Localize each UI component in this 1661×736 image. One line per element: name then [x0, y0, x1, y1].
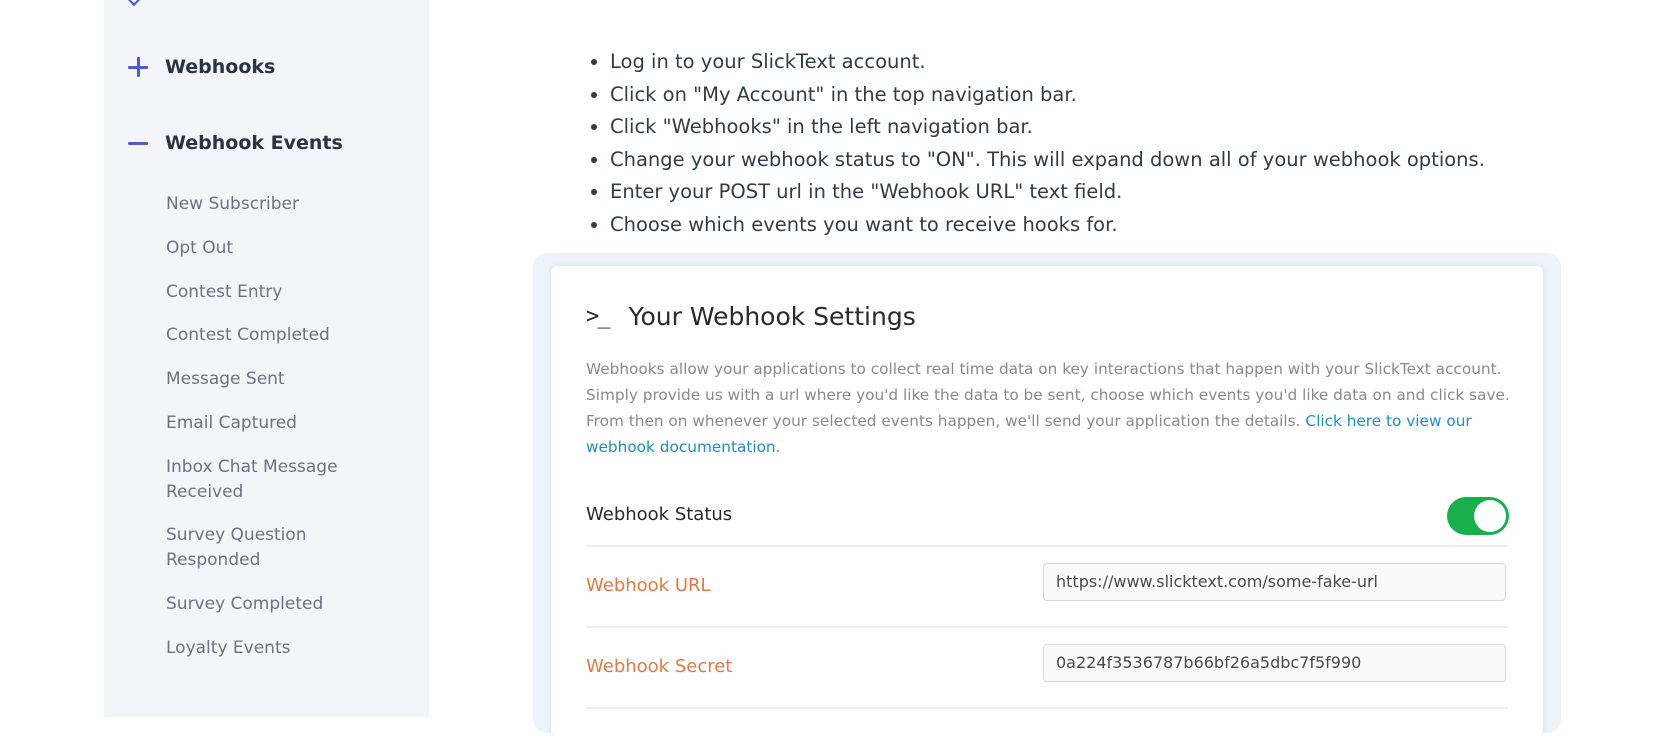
divider: [586, 626, 1508, 628]
webhook-secret-input[interactable]: 0a224f3536787b66bf26a5dbc7f5f990: [1043, 644, 1506, 682]
webhook-settings-card: >_ Your Webhook Settings Webhooks allow …: [551, 266, 1543, 736]
sidebar-item-loyalty-events[interactable]: Loyalty Events: [166, 636, 386, 661]
list-item: Change your webhook status to "ON". This…: [610, 144, 1485, 177]
sidebar-item-email-captured[interactable]: Email Captured: [166, 411, 386, 436]
webhook-status-label: Webhook Status: [586, 504, 733, 525]
divider: [586, 707, 1508, 709]
sidebar-section-webhook-events-label: Webhook Events: [165, 132, 343, 154]
sidebar-item-survey-question-responded[interactable]: Survey Question Responded: [166, 523, 386, 573]
list-item: Click on "My Account" in the top navigat…: [610, 79, 1485, 112]
sidebar-section-webhook-events[interactable]: Webhook Events: [127, 132, 343, 154]
card-header: >_ Your Webhook Settings: [586, 302, 916, 331]
sidebar-item-message-sent[interactable]: Message Sent: [166, 367, 386, 392]
webhook-status-toggle[interactable]: [1447, 497, 1509, 535]
divider: [586, 545, 1508, 547]
setup-steps-list: Log in to your SlickText account. Click …: [590, 46, 1485, 241]
card-description: Webhooks allow your applications to coll…: [586, 356, 1516, 460]
toggle-knob: [1474, 500, 1506, 532]
list-item: Enter your POST url in the "Webhook URL"…: [610, 176, 1485, 209]
card-title: Your Webhook Settings: [628, 302, 916, 331]
plus-icon[interactable]: [127, 56, 149, 78]
list-item: Choose which events you want to receive …: [610, 209, 1485, 242]
sidebar-item-inbox-chat-message-received[interactable]: Inbox Chat Message Received: [166, 455, 386, 505]
list-item: Click "Webhooks" in the left navigation …: [610, 111, 1485, 144]
sidebar-section-webhooks[interactable]: Webhooks: [127, 56, 275, 78]
sidebar-item-contest-entry[interactable]: Contest Entry: [166, 280, 386, 305]
sidebar-section-webhooks-label: Webhooks: [165, 56, 276, 78]
minus-icon[interactable]: [127, 132, 149, 154]
list-item: Log in to your SlickText account.: [610, 46, 1485, 79]
webhook-secret-label: Webhook Secret: [586, 656, 733, 677]
sidebar-item-contest-completed[interactable]: Contest Completed: [166, 323, 386, 348]
sidebar-item-opt-out[interactable]: Opt Out: [166, 236, 386, 261]
sidebar-item-new-subscriber[interactable]: New Subscriber: [166, 192, 386, 217]
webhook-url-input[interactable]: https://www.slicktext.com/some-fake-url: [1043, 563, 1506, 601]
terminal-icon: >_: [586, 304, 610, 329]
description-end: .: [775, 438, 781, 456]
sidebar-item-survey-completed[interactable]: Survey Completed: [166, 592, 386, 617]
webhook-url-label: Webhook URL: [586, 575, 711, 596]
